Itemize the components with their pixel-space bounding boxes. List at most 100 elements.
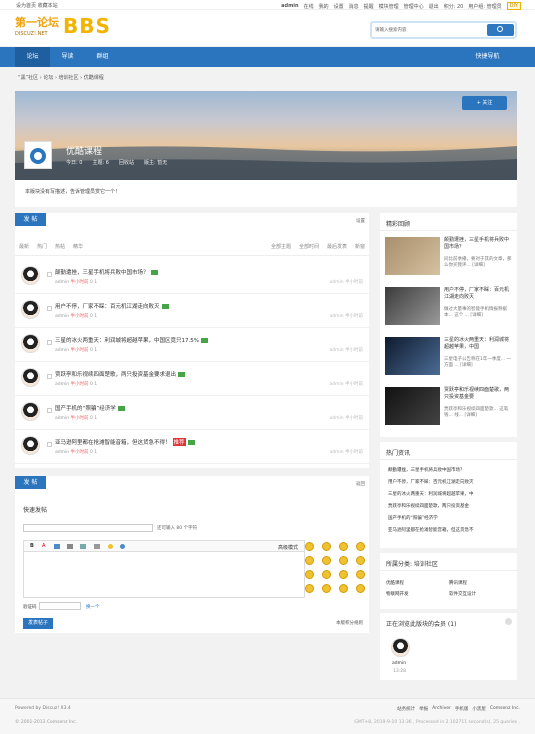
credits-link[interactable]: 本版积分规则 xyxy=(336,620,363,626)
bold-icon[interactable]: B xyxy=(30,543,34,549)
credits[interactable]: 积分: 20 xyxy=(444,3,464,10)
emoji-shy-icon[interactable] xyxy=(339,556,348,565)
code-icon[interactable] xyxy=(94,544,100,549)
table-row[interactable]: 贾跃亭和乐视续四面楚歌，两只投资基金要求退出 admin 半小时前 0 1 ad… xyxy=(15,362,369,396)
thread-checkbox[interactable] xyxy=(47,442,52,447)
globe-icon[interactable] xyxy=(120,544,125,549)
subject-input[interactable] xyxy=(23,524,153,532)
category-link[interactable]: 软件交互设计 xyxy=(449,591,476,597)
nav-groups[interactable]: 群组 xyxy=(85,47,120,67)
featured-item[interactable]: 颠勤遭挫，三星手机将兵败中国市场？ 同比前季播，要对于其的文章，那么你买我评..… xyxy=(385,237,512,279)
footer-link-blackroom[interactable]: 小黑屋 xyxy=(472,706,486,712)
avatar[interactable] xyxy=(21,334,40,353)
thread-title[interactable]: 三星的冰火两重天：利润城将超越苹果，中国区竟只17.5% xyxy=(55,336,208,344)
new-thread-button[interactable]: 发 帖 xyxy=(15,476,46,489)
topbar-link-messages[interactable]: 消息 xyxy=(349,3,359,10)
nav-quick[interactable]: 快捷导航 xyxy=(460,47,515,67)
thread-checkbox[interactable] xyxy=(47,306,52,311)
emoji-cool-icon[interactable] xyxy=(356,556,365,565)
table-row[interactable]: 亚马逊阿里都在抢滩智能音箱，但这货急不得！ 推荐 admin 半小时前 0 1 a… xyxy=(15,430,369,464)
advanced-mode-link[interactable]: 高级模式 xyxy=(278,544,298,551)
featured-item[interactable]: 用户不停，厂家不睬：百元机江湖走向败灭 做过大量事的智能手机情报称据本... 这… xyxy=(385,287,512,329)
topbar-link-settings[interactable]: 设置 xyxy=(334,3,344,10)
topbar-link-logout[interactable]: 退出 xyxy=(429,3,439,10)
captcha-refresh-link[interactable]: 换一个 xyxy=(86,604,100,610)
list-item[interactable]: 颠勤遭挫，三星手机将兵败中国市场？ xyxy=(388,467,514,473)
featured-item[interactable]: 贾跃亭和乐视续四面楚歌，两只投资基金要 贾跃亭和乐视续四面楚歌... 这笔钱..… xyxy=(385,387,512,429)
sort-all[interactable]: 全部主题 xyxy=(271,243,291,250)
table-row[interactable]: 用户不停，厂家不睬：百元机江湖走向败灭 admin 半小时前 0 1 admin… xyxy=(15,294,369,328)
emoji-love-icon[interactable] xyxy=(322,570,331,579)
attach-icon[interactable] xyxy=(80,544,86,549)
thread-checkbox[interactable] xyxy=(47,374,52,379)
emoji-shock-icon[interactable] xyxy=(339,570,348,579)
emoji-smile-icon[interactable] xyxy=(305,542,314,551)
featured-item[interactable]: 三星的冰火两重天：利润城将超越苹果，中国 三星电子公告称在1年一季度... 一方… xyxy=(385,337,512,379)
sort-last[interactable]: 最后发表 xyxy=(327,243,347,250)
topbar-link-online[interactable]: 在线 xyxy=(304,3,314,10)
search-button[interactable] xyxy=(487,24,514,36)
featured-image[interactable] xyxy=(385,387,440,425)
thread-title[interactable]: 用户不停，厂家不睬：百元机江湖走向败灭 xyxy=(55,302,169,310)
emoji-laugh-icon[interactable] xyxy=(339,542,348,551)
featured-item-title[interactable]: 三星的冰火两重天：利润城将超越苹果，中国 xyxy=(444,337,512,351)
emoji-grin-icon[interactable] xyxy=(322,542,331,551)
table-row[interactable]: 颠勤遭挫，三星手机将兵败中国市场？ admin 半小时前 0 1 admin 半… xyxy=(15,260,369,294)
table-row[interactable]: 三星的冰火两重天：利润城将超越苹果，中国区竟只17.5% admin 半小时前 … xyxy=(15,328,369,362)
thread-title[interactable]: 亚马逊阿里都在抢滩智能音箱，但这货急不得！ 推荐 xyxy=(55,438,195,446)
message-textarea[interactable] xyxy=(23,552,305,598)
footer-link-report[interactable]: 举报 xyxy=(419,706,428,712)
image-icon[interactable] xyxy=(54,544,60,549)
filter-newest[interactable]: 最新 xyxy=(19,243,29,250)
featured-item-title[interactable]: 贾跃亭和乐视续四面楚歌，两只投资基金要 xyxy=(444,387,512,401)
diy-button[interactable]: DIY xyxy=(506,2,521,10)
new-thread-button[interactable]: 发 帖 xyxy=(15,213,46,226)
topbar-left[interactable]: 设为首页 收藏本站 xyxy=(16,2,58,9)
emoji-angry-icon[interactable] xyxy=(322,556,331,565)
filter-hottopic[interactable]: 热帖 xyxy=(55,243,65,250)
footer-link-stats[interactable]: 站务统计 xyxy=(397,706,415,712)
emoji-kiss-icon[interactable] xyxy=(339,584,348,593)
topbar-link-my[interactable]: 我的 xyxy=(319,3,329,10)
thread-checkbox[interactable] xyxy=(47,272,52,277)
emoji-sleep-icon[interactable] xyxy=(305,570,314,579)
thread-checkbox[interactable] xyxy=(47,408,52,413)
breadcrumb[interactable]: “黑”社区 › 论坛 › 培训社区 › 优酷课程 xyxy=(18,74,104,81)
nav-guide[interactable]: 导读 xyxy=(50,47,85,67)
thread-title[interactable]: 贾跃亭和乐视续四面楚歌，两只投资基金要求退出 xyxy=(55,370,186,378)
captcha-input[interactable] xyxy=(39,602,81,610)
featured-item-title[interactable]: 用户不停，厂家不睬：百元机江湖走向败灭 xyxy=(444,287,512,301)
avatar[interactable] xyxy=(21,368,40,387)
list-item[interactable]: 亚马逊阿里都在抢滩智能音箱，但这货急不 xyxy=(388,527,514,533)
footer-link-mobile[interactable]: 手机版 xyxy=(455,706,469,712)
footer-link-comsenz[interactable]: Comsenz Inc. xyxy=(490,706,520,712)
open-new-window[interactable]: 新窗 xyxy=(355,243,365,250)
table-row[interactable]: 国产手机的“照骗”经济学 admin 半小时前 0 1 admin 半小时前 xyxy=(15,396,369,430)
avatar[interactable] xyxy=(391,638,410,657)
return-link[interactable]: 返回 xyxy=(356,481,365,487)
list-mode[interactable]: 设置 xyxy=(356,218,365,224)
filter-hot[interactable]: 热门 xyxy=(37,243,47,250)
list-item[interactable]: 国产手机的“照骗”经济学 xyxy=(388,515,514,521)
thread-title[interactable]: 颠勤遭挫，三星手机将兵败中国市场？ xyxy=(55,268,158,276)
sort-time[interactable]: 全部时间 xyxy=(299,243,319,250)
search-input[interactable]: 请输入搜索内容 xyxy=(375,27,407,33)
footer-link-archiver[interactable]: Archiver xyxy=(432,706,451,712)
font-color-icon[interactable]: A xyxy=(42,543,45,549)
forum-recycle[interactable]: 回收站 xyxy=(119,159,134,166)
list-item[interactable]: 三星的冰火两重天：利润城将超越苹果，中 xyxy=(388,491,514,497)
topbar-link-notices[interactable]: 提醒 xyxy=(364,3,374,10)
category-link[interactable]: 优酷课程 xyxy=(386,580,404,586)
featured-item-title[interactable]: 颠勤遭挫，三星手机将兵败中国市场？ xyxy=(444,237,512,251)
usergroup[interactable]: 用户组: 管理员 xyxy=(468,3,501,10)
emoji-sad-icon[interactable] xyxy=(305,584,314,593)
avatar[interactable] xyxy=(21,266,40,285)
link-icon[interactable] xyxy=(67,544,73,549)
featured-image[interactable] xyxy=(385,237,440,275)
category-link[interactable]: 物联网开发 xyxy=(386,591,409,597)
submit-button[interactable]: 发表帖子 xyxy=(23,618,53,629)
thread-title[interactable]: 国产手机的“照骗”经济学 xyxy=(55,404,125,412)
emoji-tongue-icon[interactable] xyxy=(356,584,365,593)
emoji-icon[interactable] xyxy=(108,544,113,549)
follow-button[interactable]: + 关注 xyxy=(462,96,507,110)
